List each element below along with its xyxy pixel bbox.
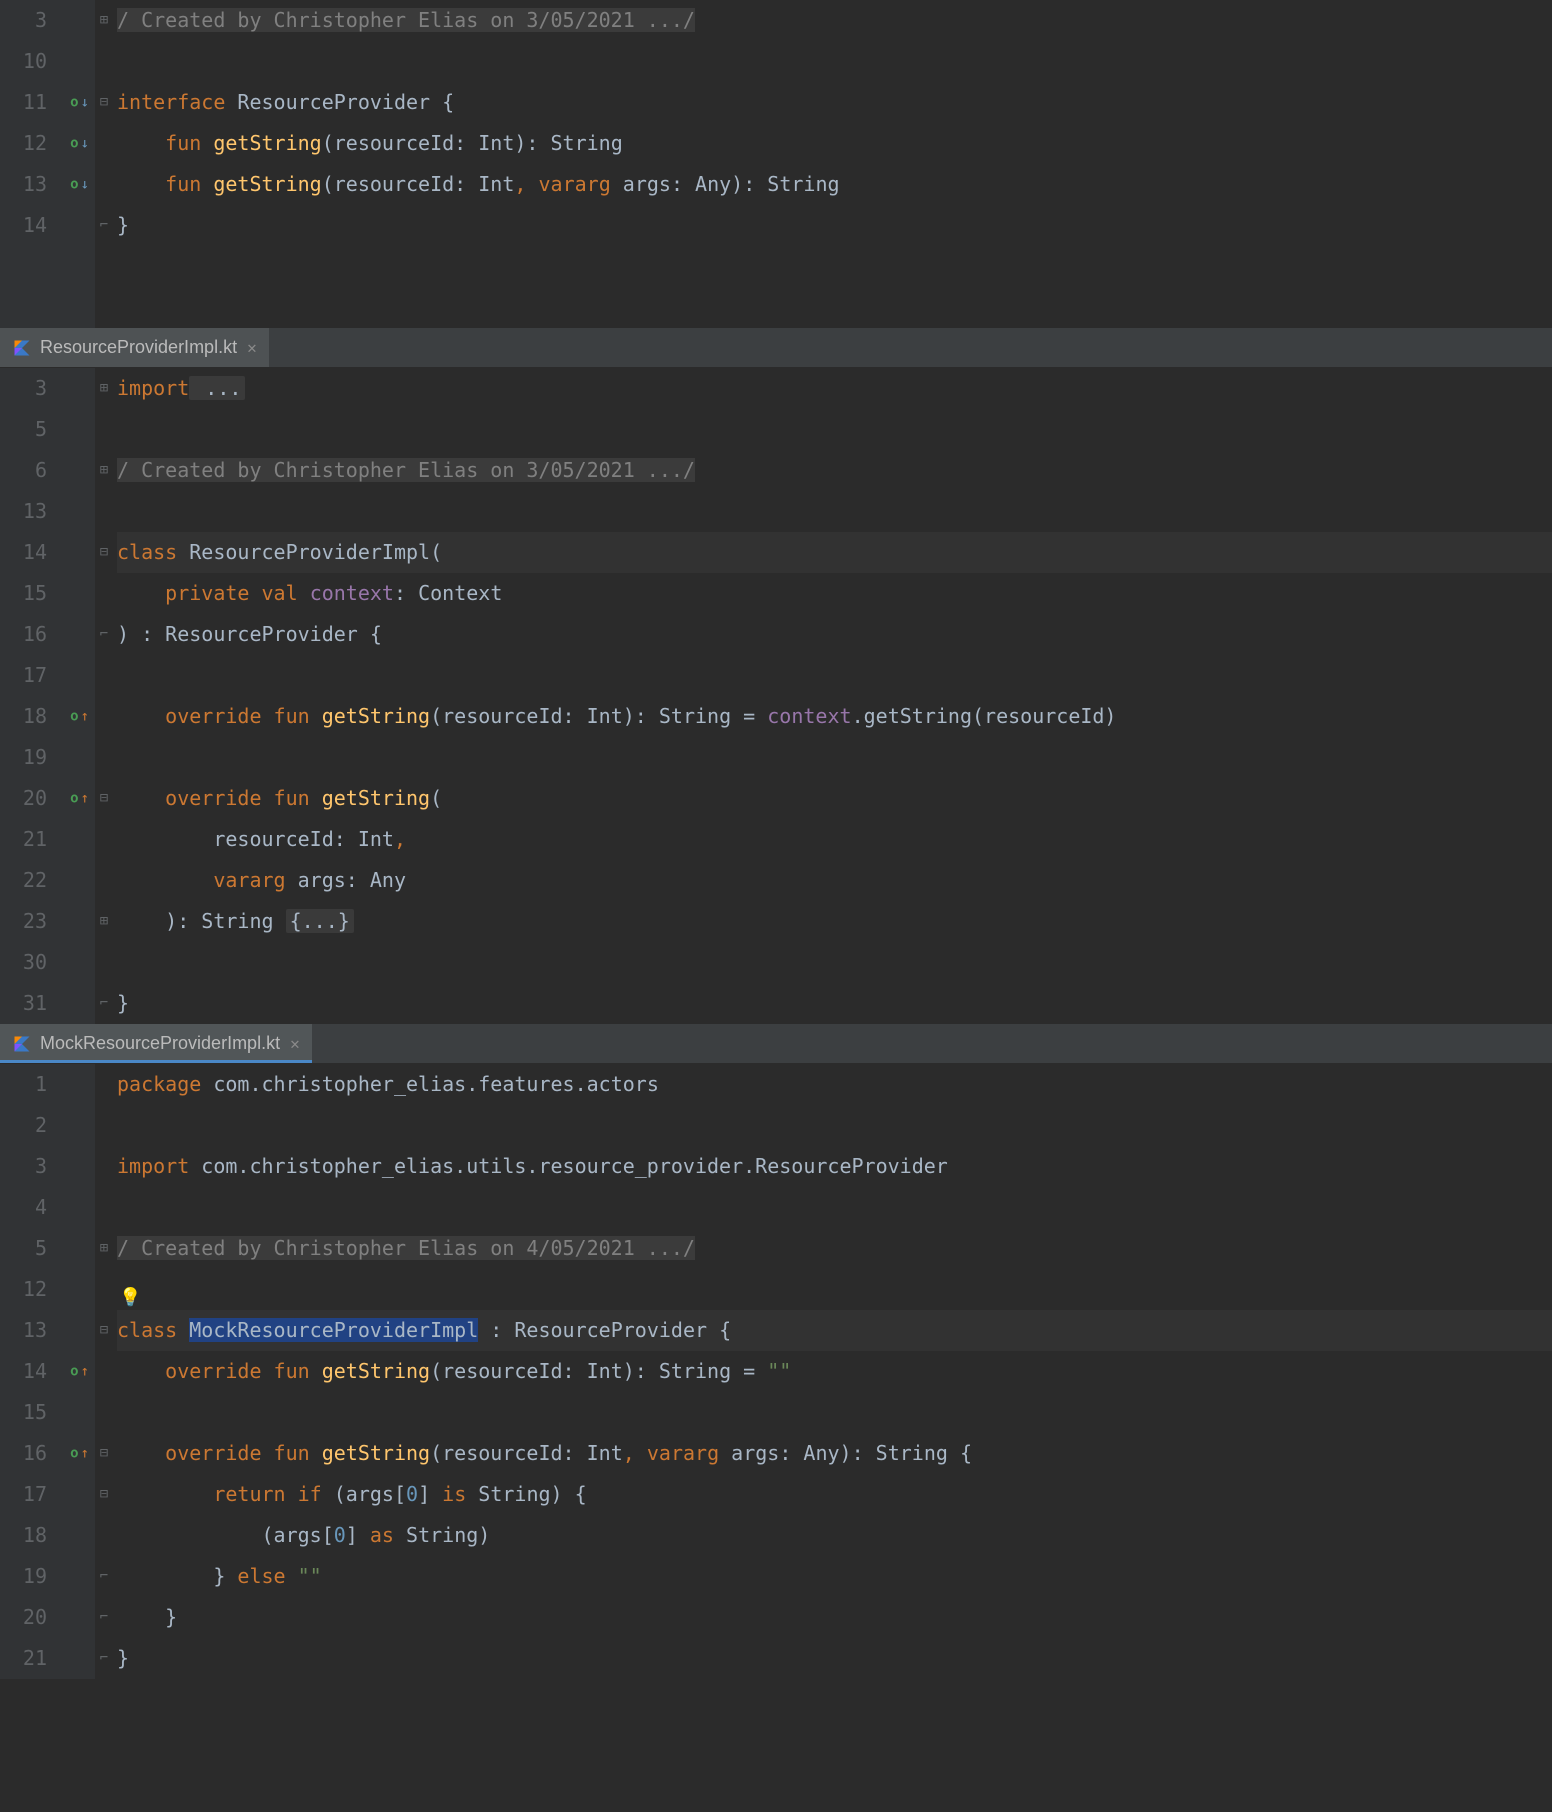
override-marker-icon[interactable]: o [70,164,78,205]
fold-expand-icon[interactable]: ⊞ [95,0,113,41]
code-line: override fun getString( [117,778,1552,819]
line-number: 3 [0,0,95,41]
line-number: 14 [0,205,95,246]
lightbulb-icon[interactable]: 💡 [119,1277,141,1318]
code-line: override fun getString(resourceId: Int, … [117,1433,1552,1474]
line-number: 12o↓ [0,123,95,164]
line-gutter: 1 2 3 4 5 12 13 14o↑ 15 16o↑ 17 18 19 20… [0,1064,95,1679]
fold-expand-icon[interactable]: ⊞ [95,368,113,409]
code-line: resourceId: Int, [117,819,1552,860]
code-line: } else "" [117,1556,1552,1597]
override-marker-icon[interactable]: o [70,1433,78,1474]
tab-label: ResourceProviderImpl.kt [40,334,237,361]
code-line: fun getString(resourceId: Int, vararg ar… [117,164,1552,205]
fold-end-icon[interactable]: ⌐ [95,1638,113,1679]
kotlin-file-icon [12,338,32,358]
override-marker-icon[interactable]: o [70,778,78,819]
fold-collapse-icon[interactable]: ⊟ [95,1433,113,1474]
code-line [117,287,1552,328]
tab-label: MockResourceProviderImpl.kt [40,1030,280,1057]
code-line: private val context: Context [117,573,1552,614]
line-number [0,287,95,328]
overrides-up-icon[interactable]: ↑ [81,1351,89,1392]
fold-expand-icon[interactable]: ⊞ [95,1228,113,1269]
code-line [117,246,1552,287]
code-line: } [117,983,1552,1024]
code-line: override fun getString(resourceId: Int):… [117,1351,1552,1392]
editor-pane-3: MockResourceProviderImpl.kt ✕ 1 2 3 4 5 … [0,1024,1552,1679]
overrides-up-icon[interactable]: ↑ [81,1433,89,1474]
overrides-up-icon[interactable]: ↑ [81,696,89,737]
fold-collapse-icon[interactable]: ⊟ [95,1474,113,1515]
code-line: } [117,1638,1552,1679]
fold-collapse-icon[interactable]: ⊟ [95,82,113,123]
close-icon[interactable]: ✕ [247,336,257,360]
close-icon[interactable]: ✕ [290,1032,300,1056]
line-number: 13o↓ [0,164,95,205]
code-line: ) : ResourceProvider { [117,614,1552,655]
editor-area[interactable]: 3 10 11o↓ 12o↓ 13o↓ 14 ⊞ ⊟ ⌐ / Created b… [0,0,1552,328]
code-line: class MockResourceProviderImpl : Resourc… [117,1310,1552,1351]
implements-down-icon[interactable]: ↓ [81,82,89,123]
implements-down-icon[interactable]: ↓ [81,123,89,164]
editor-pane-2: ResourceProviderImpl.kt ✕ 3 5 6 13 14 15… [0,328,1552,1024]
overrides-up-icon[interactable]: ↑ [81,778,89,819]
line-number: 10 [0,41,95,82]
fold-end-icon[interactable]: ⌐ [95,614,113,655]
code-line: ): String {...} [117,901,1552,942]
fold-column: ⊞ ⊞ ⊟ ⌐ ⊟ ⊞ ⌐ [95,368,113,1024]
code-line: package com.christopher_elias.features.a… [117,1064,1552,1105]
fold-column: ⊞ 💡 ⊟ ⊟ ⊟ ⌐ ⌐ ⌐ [95,1064,113,1679]
tab-bar: ResourceProviderImpl.kt ✕ [0,328,1552,368]
code-line: return if (args[0] is String) { [117,1474,1552,1515]
code-line: class ResourceProviderImpl( [117,532,1552,573]
code-line: } [117,205,1552,246]
code-line: import ... [117,368,1552,409]
editor-area[interactable]: 1 2 3 4 5 12 13 14o↑ 15 16o↑ 17 18 19 20… [0,1064,1552,1679]
line-number: 11o↓ [0,82,95,123]
fold-expand-icon[interactable]: ⊞ [95,901,113,942]
line-number [0,246,95,287]
fold-end-icon[interactable]: ⌐ [95,205,113,246]
fold-collapse-icon[interactable]: ⊟ [95,1310,113,1351]
fold-end-icon[interactable]: ⌐ [95,1597,113,1638]
code-line: fun getString(resourceId: Int): String [117,123,1552,164]
code-line: (args[0] as String) [117,1515,1552,1556]
code-line: interface ResourceProvider { [117,82,1552,123]
fold-column: ⊞ ⊟ ⌐ [95,0,113,328]
fold-collapse-icon[interactable]: ⊟ [95,778,113,819]
code-line: / Created by Christopher Elias on 3/05/2… [117,0,1552,41]
override-marker-icon[interactable]: o [70,1351,78,1392]
editor-pane-1: 3 10 11o↓ 12o↓ 13o↓ 14 ⊞ ⊟ ⌐ / Created b… [0,0,1552,328]
fold-collapse-icon[interactable]: ⊟ [95,532,113,573]
tab-resourceproviderimpl[interactable]: ResourceProviderImpl.kt ✕ [0,328,269,367]
override-marker-icon[interactable]: o [70,82,78,123]
tab-bar: MockResourceProviderImpl.kt ✕ [0,1024,1552,1064]
fold-expand-icon[interactable]: ⊞ [95,450,113,491]
override-marker-icon[interactable]: o [70,696,78,737]
override-marker-icon[interactable]: o [70,123,78,164]
line-gutter: 3 5 6 13 14 15 16 17 18o↑ 19 20o↑ 21 22 … [0,368,95,1024]
code-area[interactable]: package com.christopher_elias.features.a… [113,1064,1552,1679]
tab-mockresourceproviderimpl[interactable]: MockResourceProviderImpl.kt ✕ [0,1024,312,1063]
code-line: override fun getString(resourceId: Int):… [117,696,1552,737]
code-line: / Created by Christopher Elias on 3/05/2… [117,450,1552,491]
editor-area[interactable]: 3 5 6 13 14 15 16 17 18o↑ 19 20o↑ 21 22 … [0,368,1552,1024]
fold-end-icon[interactable]: ⌐ [95,983,113,1024]
code-line: import com.christopher_elias.utils.resou… [117,1146,1552,1187]
code-line: vararg args: Any [117,860,1552,901]
code-area[interactable]: import ... / Created by Christopher Elia… [113,368,1552,1024]
code-line: / Created by Christopher Elias on 4/05/2… [117,1228,1552,1269]
fold-end-icon[interactable]: ⌐ [95,1556,113,1597]
line-gutter: 3 10 11o↓ 12o↓ 13o↓ 14 [0,0,95,328]
kotlin-file-icon [12,1034,32,1054]
code-area[interactable]: / Created by Christopher Elias on 3/05/2… [113,0,1552,328]
code-line [117,41,1552,82]
active-tab-indicator [0,1060,312,1063]
code-line: } [117,1597,1552,1638]
implements-down-icon[interactable]: ↓ [81,164,89,205]
